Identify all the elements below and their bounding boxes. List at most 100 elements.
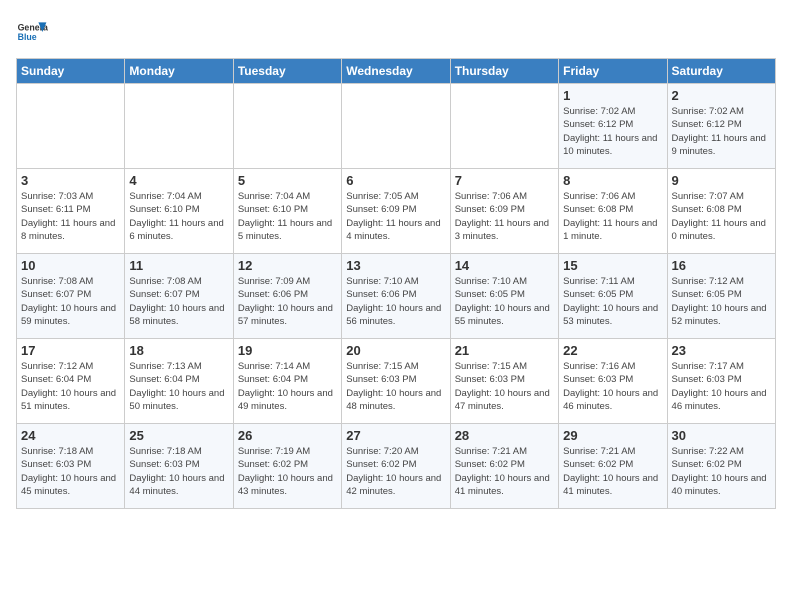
day-number: 9	[672, 173, 771, 188]
day-detail: Sunrise: 7:22 AM Sunset: 6:02 PM Dayligh…	[672, 445, 771, 498]
day-number: 8	[563, 173, 662, 188]
page-header: General Blue	[16, 16, 776, 48]
calendar-cell: 25 Sunrise: 7:18 AM Sunset: 6:03 PM Dayli…	[125, 424, 233, 509]
day-number: 29	[563, 428, 662, 443]
day-number: 23	[672, 343, 771, 358]
calendar-cell: 26Sunrise: 7:19 AM Sunset: 6:02 PM Dayli…	[233, 424, 341, 509]
calendar-cell: 24 Sunrise: 7:18 AM Sunset: 6:03 PM Dayli…	[17, 424, 125, 509]
day-detail: Sunrise: 7:03 AM Sunset: 6:11 PM Dayligh…	[21, 190, 120, 243]
calendar-cell: 22 Sunrise: 7:16 AM Sunset: 6:03 PM Dayli…	[559, 339, 667, 424]
calendar-cell	[17, 84, 125, 169]
calendar-cell: 13 Sunrise: 7:10 AM Sunset: 6:06 PM Dayli…	[342, 254, 450, 339]
logo-icon: General Blue	[16, 16, 48, 48]
calendar-cell: 23 Sunrise: 7:17 AM Sunset: 6:03 PM Dayli…	[667, 339, 775, 424]
day-number: 1	[563, 88, 662, 103]
calendar-cell: 15 Sunrise: 7:11 AM Sunset: 6:05 PM Dayli…	[559, 254, 667, 339]
day-number: 11	[129, 258, 228, 273]
calendar-cell: 10 Sunrise: 7:08 AM Sunset: 6:07 PM Dayli…	[17, 254, 125, 339]
calendar-cell	[342, 84, 450, 169]
calendar-cell	[233, 84, 341, 169]
day-detail: Sunrise: 7:06 AM Sunset: 6:09 PM Dayligh…	[455, 190, 554, 243]
calendar-cell: 16 Sunrise: 7:12 AM Sunset: 6:05 PM Dayli…	[667, 254, 775, 339]
day-detail: Sunrise: 7:08 AM Sunset: 6:07 PM Dayligh…	[129, 275, 228, 328]
day-detail: Sunrise: 7:04 AM Sunset: 6:10 PM Dayligh…	[238, 190, 337, 243]
day-detail: Sunrise: 7:13 AM Sunset: 6:04 PM Dayligh…	[129, 360, 228, 413]
day-number: 22	[563, 343, 662, 358]
day-detail: Sunrise: 7:18 AM Sunset: 6:03 PM Dayligh…	[129, 445, 228, 498]
day-number: 17	[21, 343, 120, 358]
weekday-header-row: SundayMondayTuesdayWednesdayThursdayFrid…	[17, 59, 776, 84]
day-detail: Sunrise: 7:04 AM Sunset: 6:10 PM Dayligh…	[129, 190, 228, 243]
calendar-cell: 17 Sunrise: 7:12 AM Sunset: 6:04 PM Dayli…	[17, 339, 125, 424]
calendar-cell: 20 Sunrise: 7:15 AM Sunset: 6:03 PM Dayli…	[342, 339, 450, 424]
day-detail: Sunrise: 7:07 AM Sunset: 6:08 PM Dayligh…	[672, 190, 771, 243]
logo: General Blue	[16, 16, 48, 48]
day-detail: Sunrise: 7:16 AM Sunset: 6:03 PM Dayligh…	[563, 360, 662, 413]
day-number: 13	[346, 258, 445, 273]
weekday-header-friday: Friday	[559, 59, 667, 84]
day-number: 27	[346, 428, 445, 443]
weekday-header-thursday: Thursday	[450, 59, 558, 84]
calendar-cell: 14Sunrise: 7:10 AM Sunset: 6:05 PM Dayli…	[450, 254, 558, 339]
day-detail: Sunrise: 7:12 AM Sunset: 6:04 PM Dayligh…	[21, 360, 120, 413]
calendar-table: SundayMondayTuesdayWednesdayThursdayFrid…	[16, 58, 776, 509]
day-detail: Sunrise: 7:15 AM Sunset: 6:03 PM Dayligh…	[455, 360, 554, 413]
day-detail: Sunrise: 7:02 AM Sunset: 6:12 PM Dayligh…	[563, 105, 662, 158]
calendar-week-4: 17 Sunrise: 7:12 AM Sunset: 6:04 PM Dayli…	[17, 339, 776, 424]
day-detail: Sunrise: 7:15 AM Sunset: 6:03 PM Dayligh…	[346, 360, 445, 413]
calendar-cell: 21 Sunrise: 7:15 AM Sunset: 6:03 PM Dayli…	[450, 339, 558, 424]
day-number: 25	[129, 428, 228, 443]
day-detail: Sunrise: 7:18 AM Sunset: 6:03 PM Dayligh…	[21, 445, 120, 498]
day-detail: Sunrise: 7:12 AM Sunset: 6:05 PM Dayligh…	[672, 275, 771, 328]
weekday-header-wednesday: Wednesday	[342, 59, 450, 84]
day-number: 30	[672, 428, 771, 443]
day-number: 15	[563, 258, 662, 273]
day-detail: Sunrise: 7:08 AM Sunset: 6:07 PM Dayligh…	[21, 275, 120, 328]
calendar-cell: 1 Sunrise: 7:02 AM Sunset: 6:12 PM Daylig…	[559, 84, 667, 169]
calendar-cell: 9 Sunrise: 7:07 AM Sunset: 6:08 PM Daylig…	[667, 169, 775, 254]
calendar-cell	[450, 84, 558, 169]
day-number: 6	[346, 173, 445, 188]
calendar-cell: 6Sunrise: 7:05 AM Sunset: 6:09 PM Daylig…	[342, 169, 450, 254]
weekday-header-tuesday: Tuesday	[233, 59, 341, 84]
calendar-cell: 5 Sunrise: 7:04 AM Sunset: 6:10 PM Daylig…	[233, 169, 341, 254]
calendar-cell: 30 Sunrise: 7:22 AM Sunset: 6:02 PM Dayli…	[667, 424, 775, 509]
weekday-header-sunday: Sunday	[17, 59, 125, 84]
day-detail: Sunrise: 7:06 AM Sunset: 6:08 PM Dayligh…	[563, 190, 662, 243]
calendar-week-2: 3 Sunrise: 7:03 AM Sunset: 6:11 PM Daylig…	[17, 169, 776, 254]
calendar-week-1: 1 Sunrise: 7:02 AM Sunset: 6:12 PM Daylig…	[17, 84, 776, 169]
calendar-cell: 2Sunrise: 7:02 AM Sunset: 6:12 PM Daylig…	[667, 84, 775, 169]
day-number: 20	[346, 343, 445, 358]
day-detail: Sunrise: 7:17 AM Sunset: 6:03 PM Dayligh…	[672, 360, 771, 413]
calendar-week-5: 24 Sunrise: 7:18 AM Sunset: 6:03 PM Dayli…	[17, 424, 776, 509]
calendar-cell: 12 Sunrise: 7:09 AM Sunset: 6:06 PM Dayli…	[233, 254, 341, 339]
calendar-cell: 28Sunrise: 7:21 AM Sunset: 6:02 PM Dayli…	[450, 424, 558, 509]
calendar-cell: 27Sunrise: 7:20 AM Sunset: 6:02 PM Dayli…	[342, 424, 450, 509]
svg-text:Blue: Blue	[18, 32, 37, 42]
day-detail: Sunrise: 7:21 AM Sunset: 6:02 PM Dayligh…	[563, 445, 662, 498]
calendar-cell: 8 Sunrise: 7:06 AM Sunset: 6:08 PM Daylig…	[559, 169, 667, 254]
day-number: 10	[21, 258, 120, 273]
day-detail: Sunrise: 7:10 AM Sunset: 6:06 PM Dayligh…	[346, 275, 445, 328]
day-number: 21	[455, 343, 554, 358]
day-detail: Sunrise: 7:14 AM Sunset: 6:04 PM Dayligh…	[238, 360, 337, 413]
day-number: 16	[672, 258, 771, 273]
calendar-cell: 7 Sunrise: 7:06 AM Sunset: 6:09 PM Daylig…	[450, 169, 558, 254]
day-number: 7	[455, 173, 554, 188]
day-detail: Sunrise: 7:19 AM Sunset: 6:02 PM Dayligh…	[238, 445, 337, 498]
day-number: 2	[672, 88, 771, 103]
day-number: 19	[238, 343, 337, 358]
calendar-cell: 19 Sunrise: 7:14 AM Sunset: 6:04 PM Dayli…	[233, 339, 341, 424]
day-detail: Sunrise: 7:11 AM Sunset: 6:05 PM Dayligh…	[563, 275, 662, 328]
day-number: 5	[238, 173, 337, 188]
day-detail: Sunrise: 7:09 AM Sunset: 6:06 PM Dayligh…	[238, 275, 337, 328]
day-detail: Sunrise: 7:21 AM Sunset: 6:02 PM Dayligh…	[455, 445, 554, 498]
weekday-header-saturday: Saturday	[667, 59, 775, 84]
day-number: 12	[238, 258, 337, 273]
day-number: 24	[21, 428, 120, 443]
calendar-cell: 18Sunrise: 7:13 AM Sunset: 6:04 PM Dayli…	[125, 339, 233, 424]
calendar-week-3: 10 Sunrise: 7:08 AM Sunset: 6:07 PM Dayli…	[17, 254, 776, 339]
day-number: 14	[455, 258, 554, 273]
day-number: 4	[129, 173, 228, 188]
day-number: 3	[21, 173, 120, 188]
